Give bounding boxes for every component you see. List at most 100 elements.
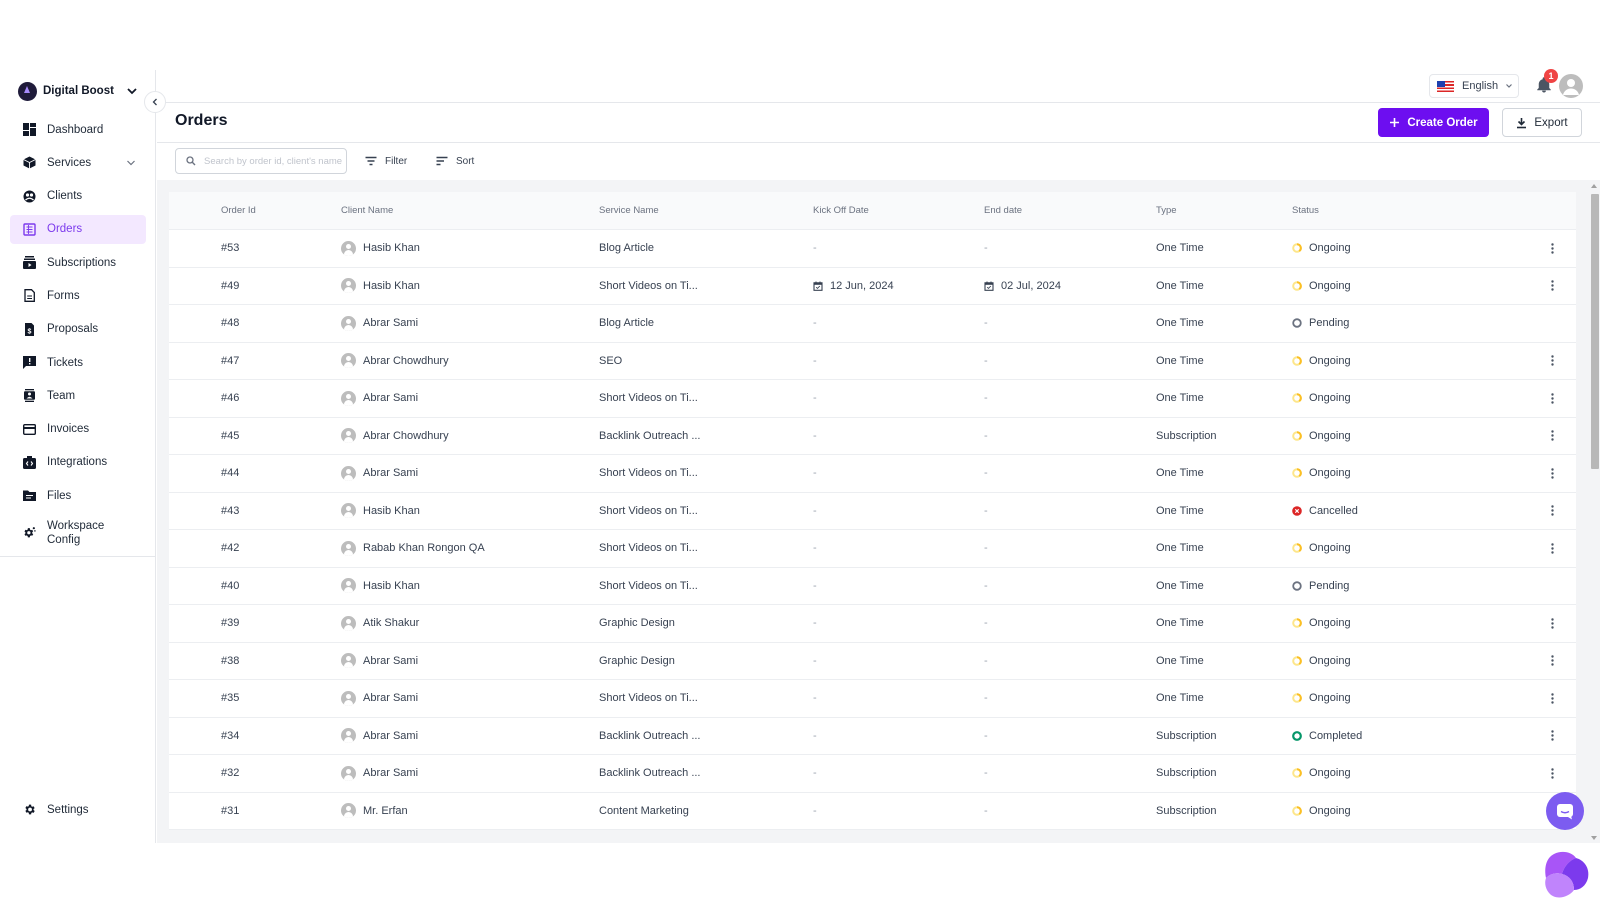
filter-button[interactable]: Filter	[365, 150, 407, 172]
end-date: -	[984, 767, 988, 780]
more-vertical-icon[interactable]	[1550, 768, 1554, 779]
more-vertical-icon[interactable]	[1550, 468, 1554, 479]
chevron-down-icon[interactable]	[126, 158, 136, 168]
chat-support-button[interactable]	[1546, 792, 1584, 830]
table-row[interactable]: #38 Abrar Sami Graphic Design - - One Time Ong…	[169, 642, 1576, 680]
sidebar-item-proposals[interactable]: $ Proposals	[10, 315, 146, 344]
order-id[interactable]: #34	[169, 730, 341, 742]
table-row[interactable]: #39 Atik Shakur Graphic Design - - One Time On…	[169, 605, 1576, 643]
sidebar-item-dashboard[interactable]: Dashboard	[10, 115, 146, 144]
sidebar-item-forms[interactable]: Forms	[10, 281, 146, 310]
row-actions[interactable]	[1537, 730, 1567, 741]
row-actions[interactable]	[1537, 430, 1567, 441]
header-kickoff-date[interactable]: Kick Off Date	[813, 205, 984, 216]
more-vertical-icon[interactable]	[1550, 355, 1554, 366]
table-row[interactable]: #43 Hasib Khan Short Videos on Ti... - - One …	[169, 492, 1576, 530]
more-vertical-icon[interactable]	[1550, 693, 1554, 704]
user-avatar[interactable]	[1559, 74, 1583, 98]
header-type[interactable]: Type	[1156, 205, 1292, 216]
search-box[interactable]	[175, 148, 347, 174]
more-vertical-icon[interactable]	[1550, 730, 1554, 741]
status-label: Ongoing	[1309, 279, 1351, 292]
order-id[interactable]: #47	[169, 355, 341, 367]
scroll-down-arrow-icon[interactable]	[1591, 836, 1597, 840]
order-id[interactable]: #46	[169, 392, 341, 404]
sidebar-item-integrations[interactable]: Integrations	[10, 448, 146, 477]
sidebar-item-clients[interactable]: Clients	[10, 182, 146, 211]
row-actions[interactable]	[1537, 243, 1567, 254]
table-row[interactable]: #53 Hasib Khan Blog Article - - One Time Ongoi…	[169, 230, 1576, 268]
more-vertical-icon[interactable]	[1550, 243, 1554, 254]
order-id[interactable]: #53	[169, 242, 341, 254]
sidebar-item-orders[interactable]: Orders	[10, 214, 146, 244]
order-id[interactable]: #35	[169, 692, 341, 704]
kickoff-cell: -	[813, 355, 984, 367]
sidebar-item-tickets[interactable]: Tickets	[10, 348, 146, 377]
table-row[interactable]: #42 Rabab Khan Rongon QA Short Videos on T…	[169, 530, 1576, 568]
table-row[interactable]: #46 Abrar Sami Short Videos on Ti... - - One …	[169, 380, 1576, 418]
order-id[interactable]: #49	[169, 280, 341, 292]
row-actions[interactable]	[1537, 655, 1567, 666]
order-id[interactable]: #43	[169, 505, 341, 517]
order-id[interactable]: #44	[169, 467, 341, 479]
header-end-date[interactable]: End date	[984, 205, 1156, 216]
sidebar-item-team[interactable]: Team	[10, 381, 146, 410]
table-row[interactable]: #35 Abrar Sami Short Videos on Ti... - - One …	[169, 680, 1576, 718]
sidebar-item-invoices[interactable]: Invoices	[10, 415, 146, 444]
workspace-switcher[interactable]: Digital Boost	[18, 80, 138, 102]
header-service-name[interactable]: Service Name	[599, 205, 813, 216]
order-id[interactable]: #45	[169, 430, 341, 442]
order-id[interactable]: #48	[169, 317, 341, 329]
header-client-name[interactable]: Client Name	[341, 205, 599, 216]
language-select[interactable]: English	[1429, 74, 1519, 98]
more-vertical-icon[interactable]	[1550, 430, 1554, 441]
order-id[interactable]: #32	[169, 767, 341, 779]
sidebar-item-subscriptions[interactable]: Subscriptions	[10, 248, 146, 277]
row-actions[interactable]	[1537, 505, 1567, 516]
create-order-button[interactable]: Create Order	[1378, 108, 1489, 137]
row-actions[interactable]	[1537, 280, 1567, 291]
table-row[interactable]: #32 Abrar Sami Backlink Outreach ... - - Subs…	[169, 755, 1576, 793]
more-vertical-icon[interactable]	[1550, 393, 1554, 404]
scrollbar-thumb[interactable]	[1591, 194, 1599, 469]
status-label: Ongoing	[1309, 542, 1351, 555]
table-row[interactable]: #34 Abrar Sami Backlink Outreach ... - - Subs…	[169, 717, 1576, 755]
end-cell: -	[984, 317, 1156, 329]
row-actions[interactable]	[1537, 393, 1567, 404]
client-cell: Abrar Sami	[341, 390, 599, 406]
more-vertical-icon[interactable]	[1550, 505, 1554, 516]
sidebar-item-settings[interactable]: Settings	[10, 795, 146, 824]
more-vertical-icon[interactable]	[1550, 543, 1554, 554]
search-input[interactable]	[204, 155, 344, 167]
table-row[interactable]: #45 Abrar Chowdhury Backlink Outreach ... -…	[169, 417, 1576, 455]
table-row[interactable]: #48 Abrar Sami Blog Article - - One Time Pendi…	[169, 305, 1576, 343]
table-row[interactable]: #47 Abrar Chowdhury SEO - - One Time Ongoing	[169, 342, 1576, 380]
table-row[interactable]: #40 Hasib Khan Short Videos on Ti... - - One …	[169, 567, 1576, 605]
scroll-up-arrow-icon[interactable]	[1591, 184, 1597, 188]
order-id[interactable]: #40	[169, 580, 341, 592]
sidebar-item-files[interactable]: Files	[10, 481, 146, 510]
order-id[interactable]: #39	[169, 617, 341, 629]
order-id[interactable]: #38	[169, 655, 341, 667]
sort-button[interactable]: Sort	[436, 150, 474, 172]
row-actions[interactable]	[1537, 468, 1567, 479]
table-row[interactable]: #31 Mr. Erfan Content Marketing - - Subscript…	[169, 792, 1576, 830]
more-vertical-icon[interactable]	[1550, 618, 1554, 629]
order-id[interactable]: #42	[169, 542, 341, 554]
more-vertical-icon[interactable]	[1550, 655, 1554, 666]
row-actions[interactable]	[1537, 693, 1567, 704]
header-order-id[interactable]: Order Id	[169, 205, 341, 216]
order-id[interactable]: #31	[169, 805, 341, 817]
row-actions[interactable]	[1537, 768, 1567, 779]
row-actions[interactable]	[1537, 618, 1567, 629]
row-actions[interactable]	[1537, 543, 1567, 554]
more-vertical-icon[interactable]	[1550, 280, 1554, 291]
header-status[interactable]: Status	[1292, 205, 1537, 216]
row-actions[interactable]	[1537, 355, 1567, 366]
sidebar-item-workspace-config[interactable]: Workspace Config	[10, 515, 146, 551]
export-button[interactable]: Export	[1502, 108, 1582, 137]
table-row[interactable]: #49 Hasib Khan Short Videos on Ti... 12 Jun…	[169, 267, 1576, 305]
table-row[interactable]: #44 Abrar Sami Short Videos on Ti... - - One …	[169, 455, 1576, 493]
sidebar-item-services[interactable]: Services	[10, 148, 146, 177]
collapse-sidebar-button[interactable]	[144, 91, 166, 113]
